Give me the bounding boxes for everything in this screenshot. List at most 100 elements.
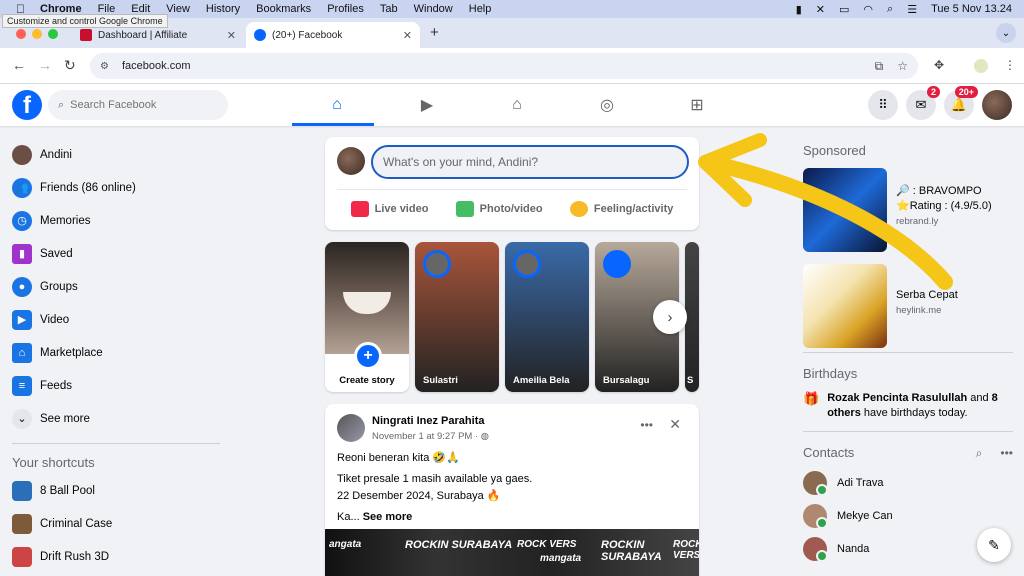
- tab-facebook[interactable]: (20+) Facebook ✕: [246, 22, 420, 48]
- search-input[interactable]: [70, 99, 211, 111]
- birthday-text: Rozak Pencinta Rasulullah and 8 others h…: [827, 391, 1013, 421]
- see-more-button[interactable]: ⌄ See more: [8, 402, 224, 435]
- facebook-logo-icon[interactable]: f: [12, 90, 42, 120]
- birthdays-title: Birthdays: [803, 366, 858, 381]
- birthday-and: and: [967, 392, 992, 404]
- menu-bookmarks[interactable]: Bookmarks: [256, 3, 311, 15]
- post-see-more[interactable]: See more: [363, 511, 413, 523]
- photo-video-button[interactable]: Photo/video: [455, 201, 543, 217]
- more-options-icon[interactable]: •••: [1000, 446, 1013, 461]
- new-message-button[interactable]: ✎: [977, 528, 1011, 562]
- menu-view[interactable]: View: [166, 3, 190, 15]
- birthday-name[interactable]: Rozak Pencinta Rasulullah: [827, 392, 967, 404]
- ad-thumbnail[interactable]: [803, 168, 887, 252]
- sponsored-ad[interactable]: Serba Cepat heylink.me: [803, 260, 1013, 356]
- reload-icon[interactable]: ↻: [64, 57, 76, 74]
- contact-item[interactable]: Mekye Can: [803, 499, 1013, 532]
- wifi-icon[interactable]: ◠: [863, 3, 873, 16]
- chevron-right-icon: ›: [667, 308, 673, 326]
- create-story-card[interactable]: + Create story: [325, 242, 409, 392]
- hide-post-icon[interactable]: ✕: [669, 416, 681, 433]
- sidebar-item-memories[interactable]: ◷ Memories: [8, 204, 224, 237]
- profile-icon[interactable]: [974, 59, 988, 73]
- sidebar-item-video[interactable]: ▶ Video: [8, 303, 224, 336]
- whats-on-your-mind-input[interactable]: What's on your mind, Andini?: [371, 145, 689, 179]
- sidebar-item-friends[interactable]: 👥 Friends (86 online): [8, 171, 224, 204]
- post-image[interactable]: angata ROCKIN SURABAYA ROCK VERS mangata…: [325, 529, 699, 576]
- action-label: Feeling/activity: [593, 203, 674, 215]
- tab-home[interactable]: ⌂: [292, 84, 382, 126]
- sidebar-item-saved[interactable]: ▮ Saved: [8, 237, 224, 270]
- install-app-icon[interactable]: ⧉: [875, 59, 884, 74]
- ad-title[interactable]: 🔎 : BRAVOMPO ⭐Rating : (4.9/5.0): [896, 184, 992, 214]
- post-author-avatar[interactable]: [337, 414, 365, 442]
- shortcut-8-ball-pool[interactable]: 8 Ball Pool: [8, 474, 224, 507]
- close-tab-icon[interactable]: ✕: [403, 29, 412, 42]
- sidebar-item-groups[interactable]: ● Groups: [8, 270, 224, 303]
- tab-video[interactable]: ▶: [382, 84, 472, 126]
- close-tab-icon[interactable]: ✕: [227, 29, 236, 42]
- post-meta[interactable]: November 1 at 9:27 PM · ◍: [372, 431, 489, 442]
- plus-icon[interactable]: +: [354, 342, 382, 370]
- close-window-button[interactable]: [16, 29, 26, 39]
- facebook-search[interactable]: ⌕: [48, 90, 228, 120]
- site-settings-icon[interactable]: ⚙: [100, 61, 112, 72]
- shortcut-thumbnail: [12, 480, 32, 501]
- menu-help[interactable]: Help: [469, 3, 492, 15]
- url-text[interactable]: facebook.com: [122, 60, 190, 72]
- menu-tab[interactable]: Tab: [380, 3, 398, 15]
- menu-window[interactable]: Window: [414, 3, 453, 15]
- menu-grid-button[interactable]: ⠿: [868, 90, 898, 120]
- ad-title[interactable]: Serba Cepat: [896, 288, 958, 303]
- contact-item[interactable]: Adi Trava: [803, 466, 1013, 499]
- flag-icon[interactable]: ▮: [796, 3, 802, 16]
- story-card[interactable]: Ameilia Bela: [505, 242, 589, 392]
- menubar-clock[interactable]: Tue 5 Nov 13.24: [931, 3, 1012, 15]
- chrome-menu-icon[interactable]: ⋮: [1004, 58, 1016, 72]
- menu-history[interactable]: History: [206, 3, 240, 15]
- control-center-icon[interactable]: ☰: [907, 3, 917, 16]
- back-icon[interactable]: ←: [12, 57, 26, 73]
- sidebar-item-marketplace[interactable]: ⌂ Marketplace: [8, 336, 224, 369]
- live-video-button[interactable]: Live video: [350, 201, 428, 217]
- story-card[interactable]: Sulastri: [415, 242, 499, 392]
- tab-gaming[interactable]: ⊞: [652, 84, 742, 126]
- bluetooth-off-icon[interactable]: ✕: [816, 3, 825, 16]
- tab-search-icon[interactable]: ⌄: [996, 23, 1016, 43]
- notifications-button[interactable]: 🔔 20+: [944, 86, 978, 120]
- zoom-window-button[interactable]: [48, 29, 58, 39]
- new-tab-icon[interactable]: +: [430, 24, 439, 41]
- messenger-button[interactable]: ✉ 2: [906, 86, 940, 120]
- account-avatar[interactable]: [982, 90, 1012, 120]
- extensions-icon[interactable]: ✥: [934, 58, 944, 72]
- post-more-icon[interactable]: •••: [640, 418, 653, 432]
- tab-groups[interactable]: ◎: [562, 84, 652, 126]
- menu-profiles[interactable]: Profiles: [327, 3, 364, 15]
- story-avatar: [423, 250, 451, 278]
- feeling-activity-button[interactable]: Feeling/activity: [569, 201, 674, 217]
- minimize-window-button[interactable]: [32, 29, 42, 39]
- address-bar-row: ← → ↻ ⚙ facebook.com ⧉ ☆ ✥ ⋮: [0, 48, 1024, 84]
- sponsored-ad[interactable]: 🔎 : BRAVOMPO ⭐Rating : (4.9/5.0) rebrand.…: [803, 164, 1013, 260]
- omnibox[interactable]: ⚙ facebook.com ⧉ ☆: [90, 53, 918, 79]
- battery-icon[interactable]: ▭: [839, 3, 849, 16]
- contact-avatar: [803, 470, 828, 496]
- composer-avatar[interactable]: [337, 147, 365, 175]
- post-timestamp[interactable]: November 1 at 9:27 PM ·: [372, 431, 481, 442]
- story-card[interactable]: S: [685, 242, 699, 392]
- search-icon[interactable]: ⌕: [976, 446, 983, 461]
- shortcut-drift-rush-3d[interactable]: Drift Rush 3D: [8, 540, 224, 573]
- birthday-notice[interactable]: 🎁 Rozak Pencinta Rasulullah and 8 others…: [803, 387, 1013, 431]
- spotlight-search-icon[interactable]: ⌕: [887, 3, 893, 16]
- tab-marketplace[interactable]: ⌂: [472, 84, 562, 126]
- contact-name: Mekye Can: [837, 509, 893, 522]
- forward-icon[interactable]: →: [38, 57, 52, 73]
- bookmark-star-icon[interactable]: ☆: [897, 59, 908, 74]
- shortcut-criminal-case[interactable]: Criminal Case: [8, 507, 224, 540]
- marketplace-icon: ⌂: [12, 342, 32, 363]
- sidebar-item-feeds[interactable]: ≡ Feeds: [8, 369, 224, 402]
- ad-thumbnail[interactable]: [803, 264, 887, 348]
- stories-next-button[interactable]: ›: [653, 300, 687, 334]
- sidebar-item-profile[interactable]: Andini: [8, 138, 224, 171]
- post-author-name[interactable]: Ningrati Inez Parahita: [372, 415, 484, 427]
